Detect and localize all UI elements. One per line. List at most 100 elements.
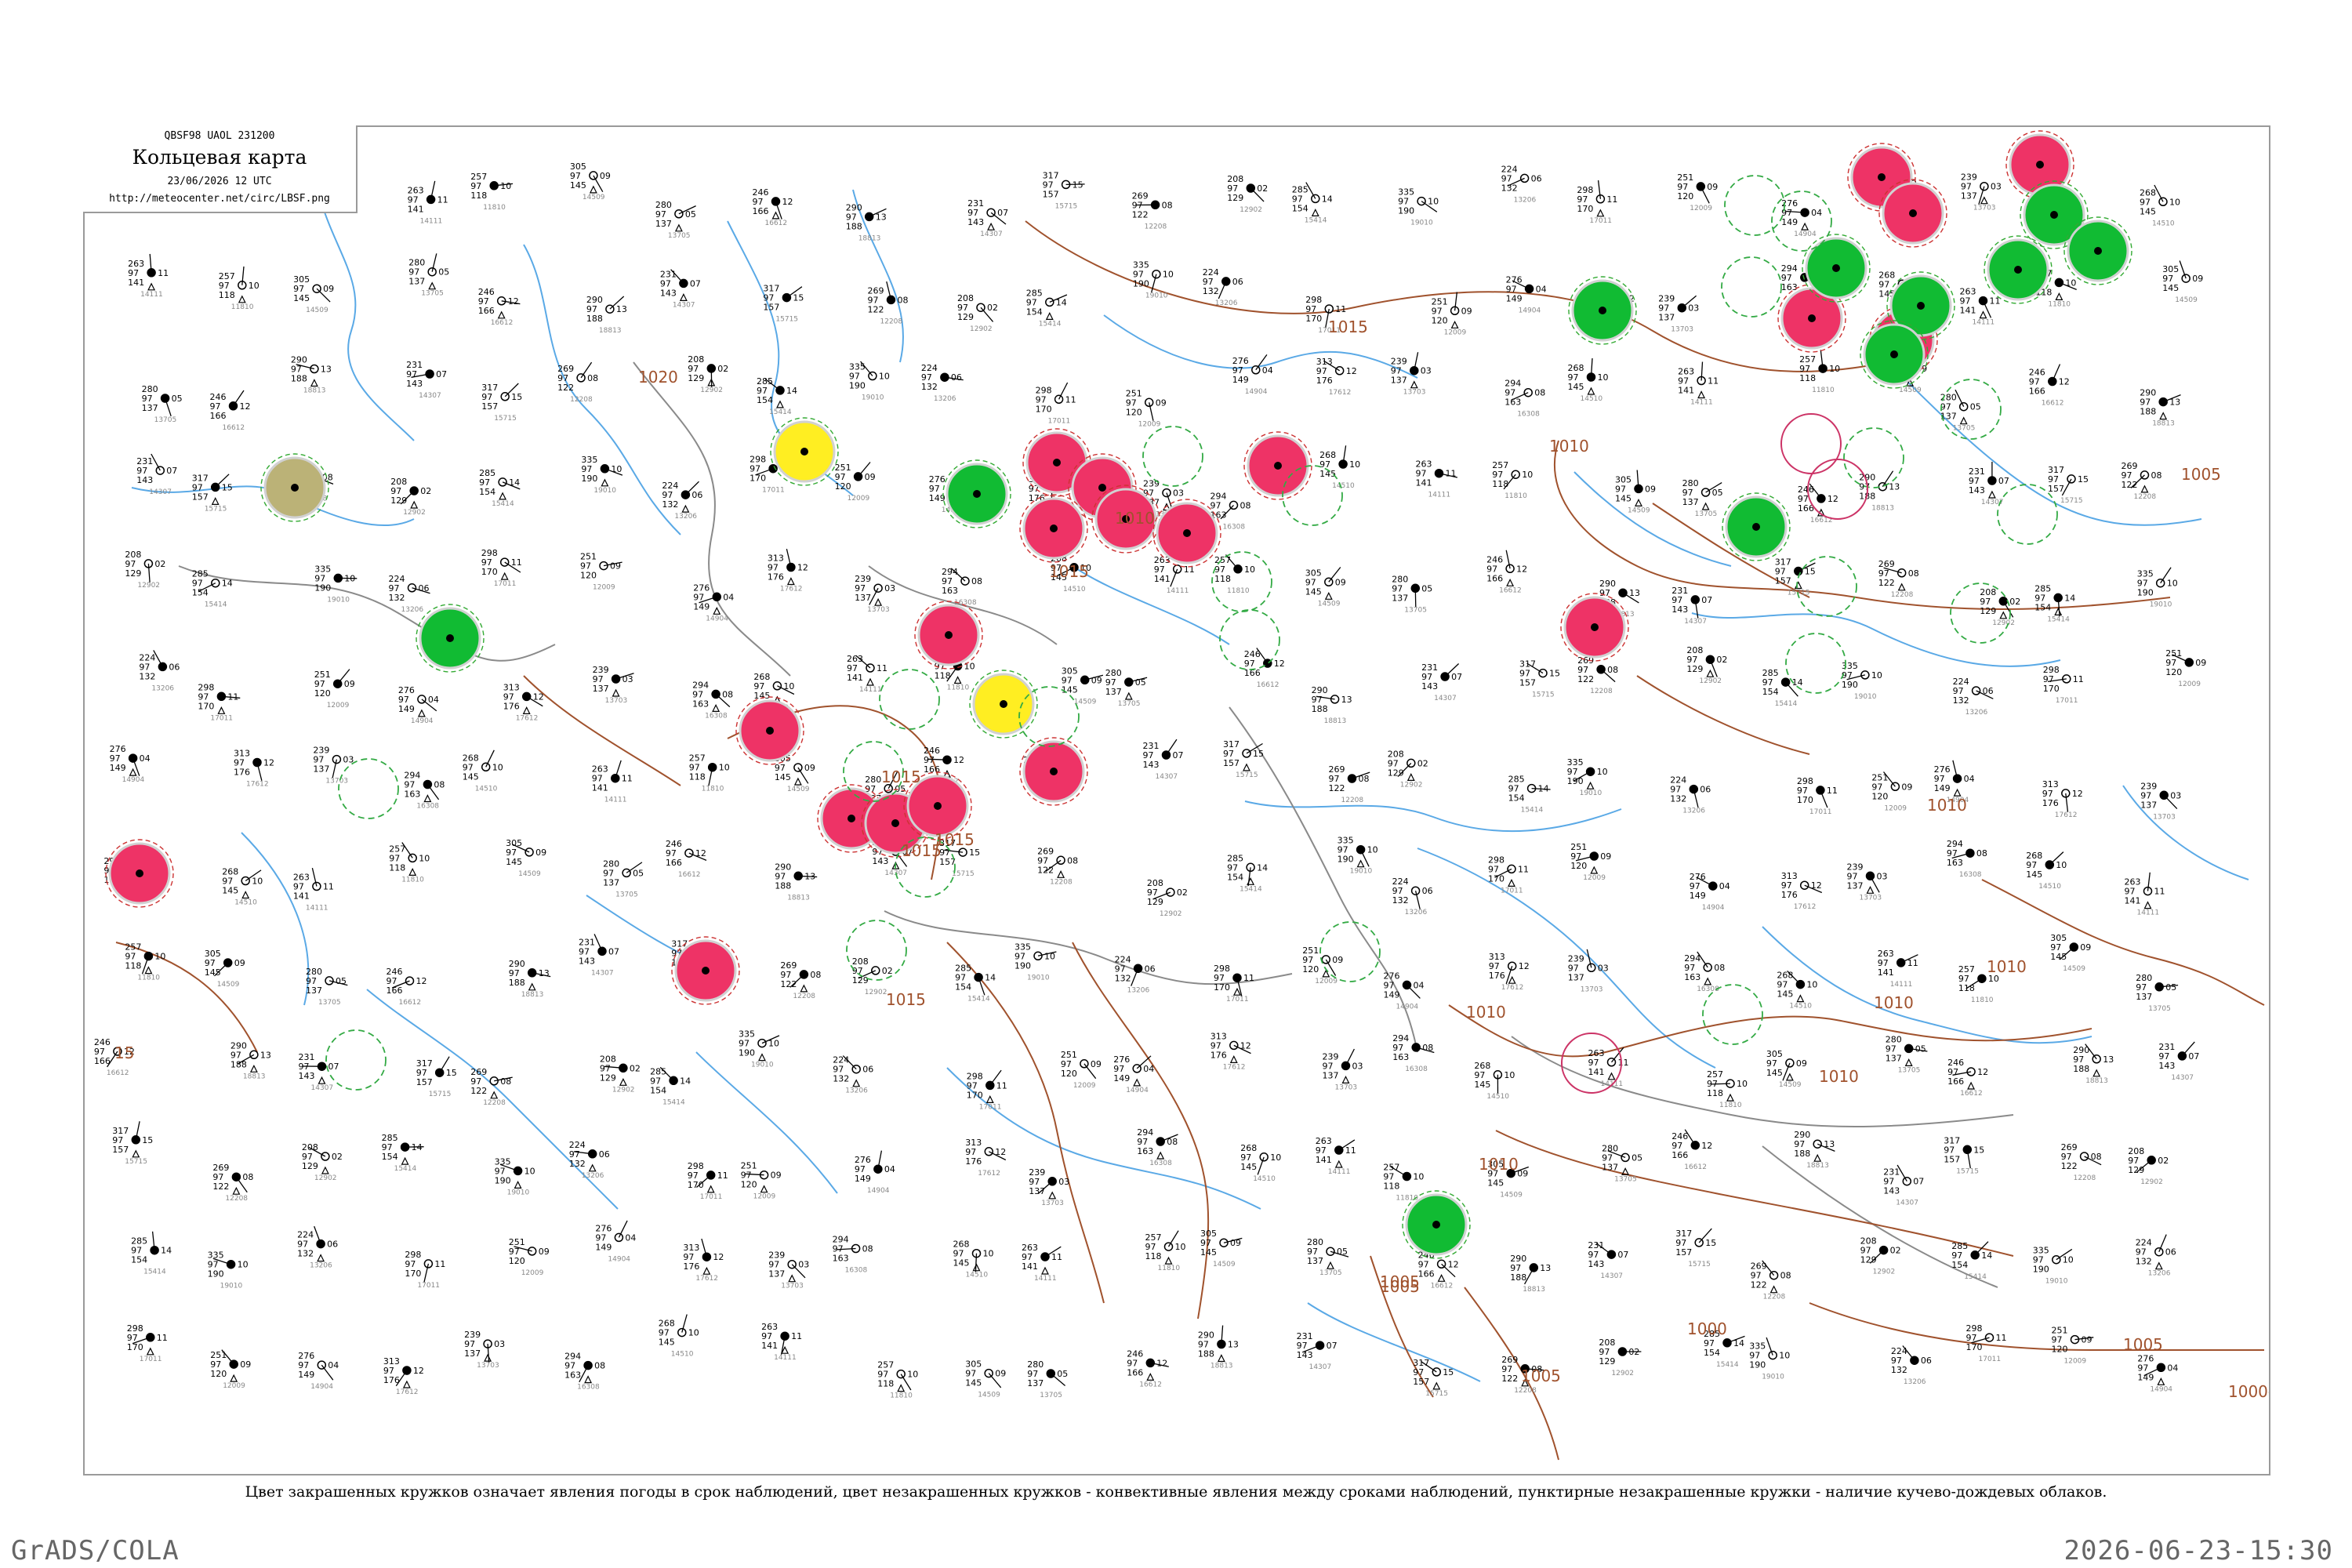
station-value-n: 143	[1671, 604, 1688, 615]
station-plot: 239970313713703	[768, 1250, 809, 1290]
river-1	[319, 197, 415, 441]
station-value-d: 08	[434, 780, 445, 790]
station-value-n: 129	[125, 568, 141, 579]
station-value-n: 122	[868, 304, 884, 314]
station-plot: 239970313713703	[593, 665, 634, 705]
station-value-n: 188	[775, 880, 791, 891]
station-plot: 20897 0212912902	[600, 1054, 641, 1094]
station-plot: 313971217617612	[768, 548, 808, 593]
station-value-d: 13	[804, 871, 815, 881]
station-marker	[1000, 700, 1007, 708]
station-plot: 20897 0212912902	[1147, 878, 1188, 918]
station-value-n: 190	[1133, 279, 1149, 289]
station-value-n: 157	[1944, 1154, 1960, 1164]
station-value-n: 166	[478, 306, 495, 316]
station-value-n: 120	[1871, 791, 1888, 801]
station-value-n: 141	[1416, 478, 1432, 488]
station-value-d: 08	[1162, 200, 1173, 210]
station-id-label: 13705	[615, 891, 638, 898]
station-id-label: 17011	[210, 714, 233, 722]
station-value-d: 02	[1628, 1347, 1639, 1357]
cloud-symbol	[852, 1079, 861, 1087]
station-value-d: 09	[2192, 274, 2203, 284]
cb-ring	[1702, 984, 1763, 1045]
station-plot: 22497 0613213206	[662, 481, 702, 521]
station-value-d: 06	[2165, 1247, 2176, 1258]
station-value-d: 08	[1534, 388, 1545, 398]
station-value-n: 145	[953, 1258, 970, 1269]
station-id-label: 12009	[593, 584, 615, 592]
station-value-n: 143	[872, 856, 888, 866]
station-id-label: 11810	[483, 204, 506, 212]
station-marker	[864, 212, 874, 222]
station-id-label: 11810	[1158, 1265, 1181, 1272]
station-value-n: 149	[693, 601, 710, 612]
station-value-n: 190	[1567, 776, 1584, 786]
station-value-n: 176	[383, 1375, 400, 1385]
station-value-d: 08	[1607, 665, 1618, 675]
station-value-d: 11	[227, 691, 238, 702]
station-plot: 257971011811810	[1707, 1069, 1748, 1109]
station-id-label: 14111	[1034, 1275, 1057, 1283]
station-marker	[1432, 1221, 1440, 1229]
cloud-symbol	[2054, 608, 2063, 616]
station-value-n: 170	[1966, 1342, 1983, 1352]
station-plot: 313971217617612	[965, 1138, 1006, 1178]
station-value-d: 15	[511, 392, 522, 402]
station-id-label: 15414	[1775, 700, 1798, 708]
station-value-d: 07	[608, 946, 619, 956]
station-id-label: 18813	[1871, 505, 1894, 513]
map-url-link[interactable]: http://meteocenter.net/circ/LBSF.png	[83, 193, 356, 205]
station-id-label: 12009	[223, 1382, 245, 1390]
station-value-d: 08	[1422, 1043, 1433, 1053]
cloud-symbol	[793, 777, 802, 786]
station-value-n: 170	[198, 701, 214, 711]
station-id-label: 15414	[1964, 1273, 1987, 1281]
station-value-d: 08	[587, 373, 598, 383]
station-value-n: 143	[2158, 1061, 2175, 1071]
station-value-n: 122	[212, 1181, 229, 1192]
station-id-label: 14111	[859, 686, 882, 694]
station-id-label: 13703	[867, 606, 890, 614]
station-value-n: 118	[1214, 574, 1231, 584]
station-value-d: 09	[2195, 658, 2206, 668]
station-value-d: 10	[1428, 197, 1439, 207]
station-value-n: 143	[1297, 1350, 1313, 1360]
station-value-d: 13	[539, 968, 550, 978]
station-value-n: 145	[1487, 1178, 1504, 1189]
station-marker	[1878, 173, 1886, 181]
station-value-n: 137	[2136, 992, 2152, 1002]
station-id-label: 15715	[1532, 691, 1555, 699]
station-value-d: 10	[983, 1249, 994, 1259]
cloud-symbol	[1794, 581, 1802, 590]
station-id-label: 14111	[1890, 981, 1913, 989]
station-value-d: 15	[142, 1135, 153, 1145]
station-value-n: 166	[1486, 573, 1503, 583]
station-value-d: 14	[1981, 1250, 1992, 1261]
station-id-label: 17612	[396, 1388, 419, 1396]
station-id-label: 13206	[401, 606, 424, 614]
station-value-n: 176	[768, 572, 784, 583]
weather-ring-40	[879, 669, 940, 730]
station-value-d: 05	[1632, 1152, 1642, 1163]
station-plot: 231970714314307	[1883, 1164, 1924, 1207]
station-plot: 33597 1019019010	[1133, 260, 1174, 300]
station-id-label: 17011	[417, 1282, 440, 1290]
cloud-symbol	[706, 1185, 715, 1193]
station-value-n: 166	[94, 1056, 111, 1066]
station-value-n: 166	[753, 206, 769, 216]
cloud-symbol	[1045, 312, 1054, 320]
station-value-n: 122	[1501, 1374, 1518, 1384]
station-plot: 317971515715715	[1223, 739, 1264, 779]
station-value-n: 118	[1383, 1181, 1399, 1192]
station-plot: 276970414914904	[1113, 1054, 1154, 1094]
map-caption: Цвет закрашенных кружков означает явлени…	[245, 1483, 2107, 1501]
station-plot: 20897 0212912902	[688, 354, 728, 394]
station-value-d: 13	[1824, 1139, 1835, 1149]
station-plot: 28597 1415415414	[757, 376, 797, 416]
station-value-d: 06	[1983, 686, 1994, 696]
cloud-symbol	[402, 1380, 411, 1388]
cloud-symbol	[321, 1166, 329, 1174]
station-plot: 276970414914904	[110, 744, 151, 784]
station-plot: 26397 1114114111	[761, 1322, 802, 1362]
